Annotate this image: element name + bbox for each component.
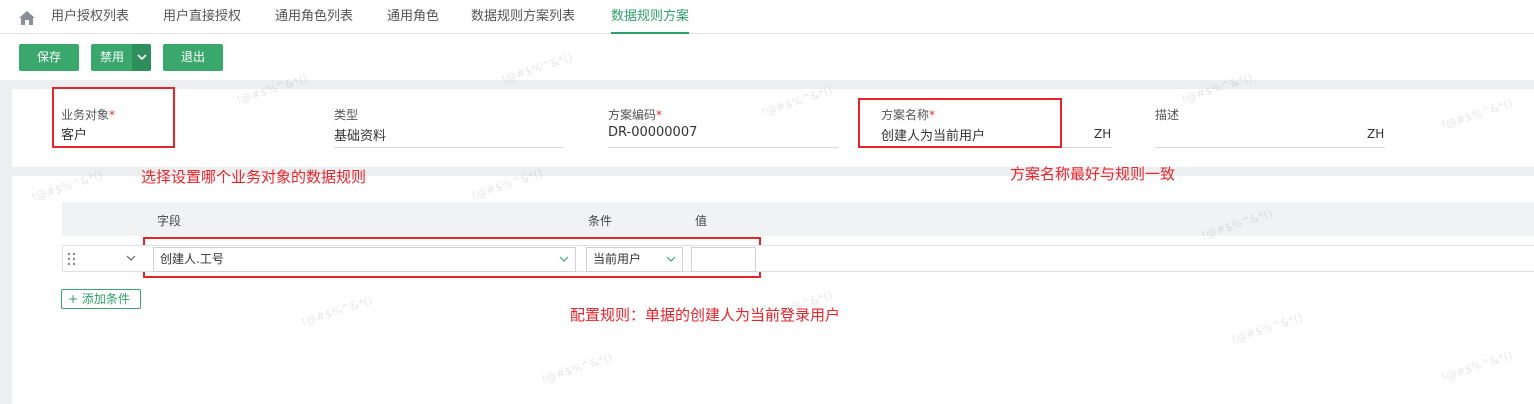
condition-select-value: 当前用户 — [593, 252, 642, 266]
name-lang-badge[interactable]: ZH — [1094, 127, 1111, 141]
type-label: 类型 — [334, 108, 359, 122]
type-value: 基础资料 — [334, 129, 387, 144]
field-select[interactable]: 创建人.工号 — [153, 247, 576, 272]
tab-data-rule[interactable]: 数据规则方案 — [611, 0, 690, 34]
field-select-value: 创建人.工号 — [160, 252, 224, 266]
chevron-down-icon — [666, 256, 676, 262]
desc-underline — [1155, 147, 1385, 148]
add-condition-label: 添加条件 — [81, 292, 130, 306]
annotation-rule: 配置规则：单据的创建人为当前登录用户 — [570, 306, 841, 324]
annotation-plan-name: 方案名称最好与规则一致 — [1010, 165, 1176, 183]
chevron-down-icon — [137, 54, 147, 61]
code-label: 方案编码* — [608, 108, 663, 122]
chevron-down-icon — [559, 256, 569, 262]
disable-dropdown-toggle[interactable] — [132, 44, 151, 71]
home-icon[interactable] — [18, 10, 36, 26]
name-underline — [1060, 147, 1112, 148]
header-field: 字段 — [157, 214, 182, 228]
plus-icon: + — [68, 292, 79, 306]
code-value[interactable]: DR-00000007 — [608, 125, 697, 140]
drag-handle-icon[interactable] — [67, 252, 77, 266]
logic-select[interactable] — [85, 246, 143, 271]
exit-button[interactable]: 退出 — [163, 44, 223, 71]
tab-data-rule-list[interactable]: 数据规则方案列表 — [471, 0, 575, 34]
condition-select[interactable]: 当前用户 — [586, 247, 683, 272]
tab-role-list[interactable]: 通用角色列表 — [275, 0, 353, 34]
code-underline — [608, 147, 838, 148]
tab-role[interactable]: 通用角色 — [387, 0, 439, 34]
tab-user-direct-auth[interactable]: 用户直接授权 — [163, 0, 241, 34]
grid-header: 字段 条件 值 — [62, 202, 1534, 236]
desc-lang-badge[interactable]: ZH — [1367, 127, 1384, 141]
desc-label: 描述 — [1155, 108, 1180, 122]
add-condition-button[interactable]: + 添加条件 — [61, 289, 141, 309]
value-input[interactable] — [691, 247, 756, 272]
tab-bar: 用户授权列表 用户直接授权 通用角色列表 通用角色 数据规则方案列表 数据规则方… — [0, 0, 1534, 34]
form-card — [12, 89, 1534, 167]
toolbar: 保存 禁用 退出 — [0, 34, 1534, 80]
tab-user-auth-list[interactable]: 用户授权列表 — [51, 0, 129, 34]
annotation-business-object: 选择设置哪个业务对象的数据规则 — [141, 168, 367, 186]
header-value: 值 — [695, 214, 708, 228]
header-condition: 条件 — [588, 214, 613, 228]
highlight-business-object — [52, 87, 175, 148]
save-button[interactable]: 保存 — [19, 44, 79, 71]
highlight-plan-name — [858, 98, 1062, 148]
type-underline — [334, 147, 564, 148]
chevron-down-icon — [126, 255, 136, 261]
disable-button[interactable]: 禁用 — [91, 44, 133, 71]
